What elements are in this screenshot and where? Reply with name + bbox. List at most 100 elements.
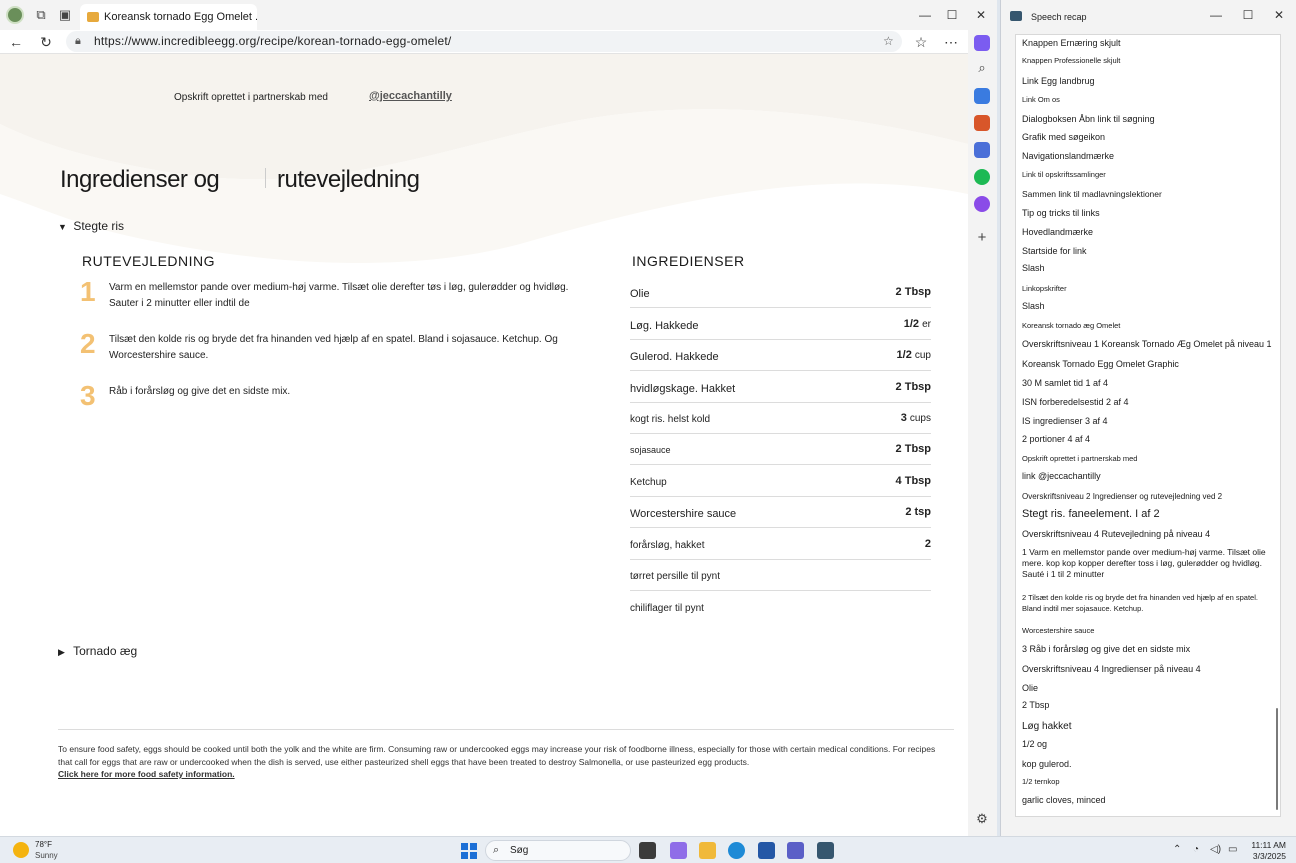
ingredient-qty: 2 Tbsp (895, 381, 931, 393)
wifi-icon[interactable]: ◔ (1193, 844, 1199, 855)
accordion-label: Stegte ris (73, 219, 125, 233)
edge-browser-icon[interactable] (728, 842, 745, 859)
close-icon[interactable]: ✕ (974, 8, 988, 22)
ingredient-row: Løg. Hakkede 1/2 er (630, 309, 931, 340)
step-number: 3 (80, 380, 96, 411)
ingredient-row: sojasauce 2 Tbsp (630, 434, 931, 465)
weather-condition: Sunny (35, 851, 58, 860)
back-icon[interactable]: ← (8, 34, 24, 50)
tools-icon[interactable] (974, 115, 990, 131)
recap-line: Grafik med søgeikon (1022, 132, 1106, 142)
recap-scrollbar[interactable] (1276, 708, 1278, 810)
recap-line: Opskrift oprettet i partnerskab med (1022, 454, 1138, 463)
recap-line: Slash (1022, 301, 1045, 311)
ingredient-name: kogt ris. helst kold (630, 414, 711, 425)
ingredient-name: chiliflager til pynt (630, 603, 704, 614)
recap-line: ISN forberedelsestid 2 af 4 (1022, 397, 1129, 407)
accordion-tornado-egg[interactable]: ▶ Tornado æg (58, 644, 137, 658)
task-view-icon[interactable] (639, 842, 656, 859)
recap-line: Overskriftsniveau 1 Koreansk Tornado Æg … (1022, 339, 1272, 349)
food-safety-link[interactable]: Click here for more food safety informat… (58, 768, 938, 781)
tab-recipe[interactable]: Koreansk tornado Egg Omelet . ; x + (80, 4, 257, 30)
file-explorer-icon[interactable] (699, 842, 716, 859)
recipe-page: Opskrift oprettet i partnerskab med @jec… (0, 54, 968, 836)
maximize-icon[interactable]: ☐ (1241, 8, 1255, 22)
minimize-icon[interactable]: — (918, 8, 932, 22)
battery-icon[interactable]: ▭ (1228, 844, 1237, 855)
ingredient-name: Gulerod. Hakkede (630, 351, 719, 363)
copilot-icon[interactable] (974, 35, 990, 51)
recap-line: Hovedlandmærke (1022, 227, 1094, 237)
recap-line: 1/2 ternkop (1022, 777, 1060, 786)
partner-link[interactable]: @jeccachantilly (369, 90, 452, 102)
close-icon[interactable]: ✕ (1272, 8, 1286, 22)
address-bar: ← ↻ 🔒︎ https://www.incredibleegg.org/rec… (0, 30, 997, 54)
step-text: Varm en mellemstor pande over medium-høj… (109, 282, 569, 309)
favorite-star-icon[interactable]: ☆ (883, 31, 894, 52)
clock-date[interactable]: 3/3/2025 (1248, 851, 1286, 861)
windows-start-icon[interactable] (461, 843, 477, 859)
tab-bar: ⧉ ▣ Koreansk tornado Egg Omelet . ; x + … (0, 0, 997, 30)
edge-sidebar: ⌕ + ⚙ (968, 30, 997, 836)
ingredient-name: hvidløgskage. Hakket (630, 383, 736, 395)
recap-line: Overskriftsniveau 2 Ingredienser og rute… (1022, 492, 1223, 501)
ingredient-qty: 2 Tbsp (895, 286, 931, 298)
shopping-icon[interactable] (974, 88, 990, 104)
site-favicon-icon (87, 12, 99, 22)
recap-line: 2 portioner 4 af 4 (1022, 434, 1091, 444)
recap-title: Speech recap (1031, 12, 1087, 22)
add-icon[interactable]: + (974, 230, 990, 246)
recap-line: Overskriftsniveau 4 Rutevejledning på ni… (1022, 529, 1211, 539)
workspaces-icon[interactable]: ⧉ (32, 7, 50, 23)
refresh-icon[interactable]: ↻ (38, 34, 54, 50)
section-heading-part1: Ingredienser og (60, 166, 220, 193)
taskbar-search[interactable]: ⌕ Søg (485, 840, 631, 861)
ingredient-name: sojasauce (630, 445, 671, 455)
search-icon: ⌕ (493, 844, 500, 856)
teams-icon[interactable] (787, 842, 804, 859)
recap-line: 2 Tilsæt den kolde ris og bryde det fra … (1022, 593, 1258, 613)
store-icon[interactable] (758, 842, 775, 859)
accordion-fried-rice[interactable]: ▼ Stegte ris (58, 219, 124, 233)
settings-gear-icon[interactable]: ⚙ (974, 811, 990, 827)
weather-temp: 78°F (35, 840, 52, 849)
ingredient-qty: 3 (900, 412, 907, 424)
recap-line: 3 Råb i forårsløg og give det en sidste … (1022, 644, 1191, 654)
recap-line: Knappen Professionelle skjult (1022, 56, 1121, 65)
volume-icon[interactable]: ◁) (1210, 844, 1221, 855)
ingredient-qty: 1/2 (903, 318, 920, 330)
recap-list[interactable]: Knappen Ernæring skjult Knappen Professi… (1015, 34, 1281, 817)
copilot-app-icon[interactable] (670, 842, 687, 859)
profile-avatar[interactable] (6, 6, 24, 24)
office-icon[interactable] (974, 142, 990, 158)
ingredient-unit: cup (914, 350, 931, 361)
narrator-app-icon[interactable] (817, 842, 834, 859)
ingredient-qty: 2 tsp (905, 506, 931, 518)
favorites-icon[interactable]: ☆ (913, 34, 929, 50)
search-icon[interactable]: ⌕ (974, 60, 990, 76)
ingredient-unit: cups (909, 413, 931, 424)
recap-line: garlic cloves, minced (1022, 795, 1106, 805)
narrator-icon (1010, 11, 1022, 21)
ingredient-name: tørret persille til pynt (630, 571, 721, 582)
sun-icon[interactable] (13, 842, 29, 858)
maximize-icon[interactable]: ☐ (945, 8, 959, 22)
chevron-up-icon[interactable]: ⌃ (1173, 844, 1181, 855)
minimize-icon[interactable]: — (1209, 8, 1223, 22)
step-text: Tilsæt den kolde ris og bryde det fra hi… (109, 334, 558, 361)
spotify-icon[interactable] (974, 169, 990, 185)
recap-line: Link Egg landbrug (1022, 76, 1095, 86)
ingredient-qty: 2 (924, 538, 931, 550)
messenger-icon[interactable] (974, 196, 990, 212)
heading-divider (265, 168, 266, 188)
more-menu-icon[interactable]: ⋯ (943, 34, 959, 50)
ingredient-name: Worcestershire sauce (630, 508, 737, 520)
recap-line: Løg hakket (1022, 721, 1072, 732)
recap-line: 1 Varm en mellemstor pande over medium-h… (1022, 547, 1266, 579)
vertical-tabs-icon[interactable]: ▣ (56, 7, 74, 23)
ingredient-row: hvidløgskage. Hakket 2 Tbsp (630, 372, 931, 403)
url-field[interactable]: 🔒︎ https://www.incredibleegg.org/recipe/… (66, 31, 902, 52)
clock-time[interactable]: 11:11 AM (1248, 840, 1286, 850)
ingredient-qty: 4 Tbsp (895, 475, 931, 487)
triangle-down-icon: ▼ (58, 222, 67, 232)
